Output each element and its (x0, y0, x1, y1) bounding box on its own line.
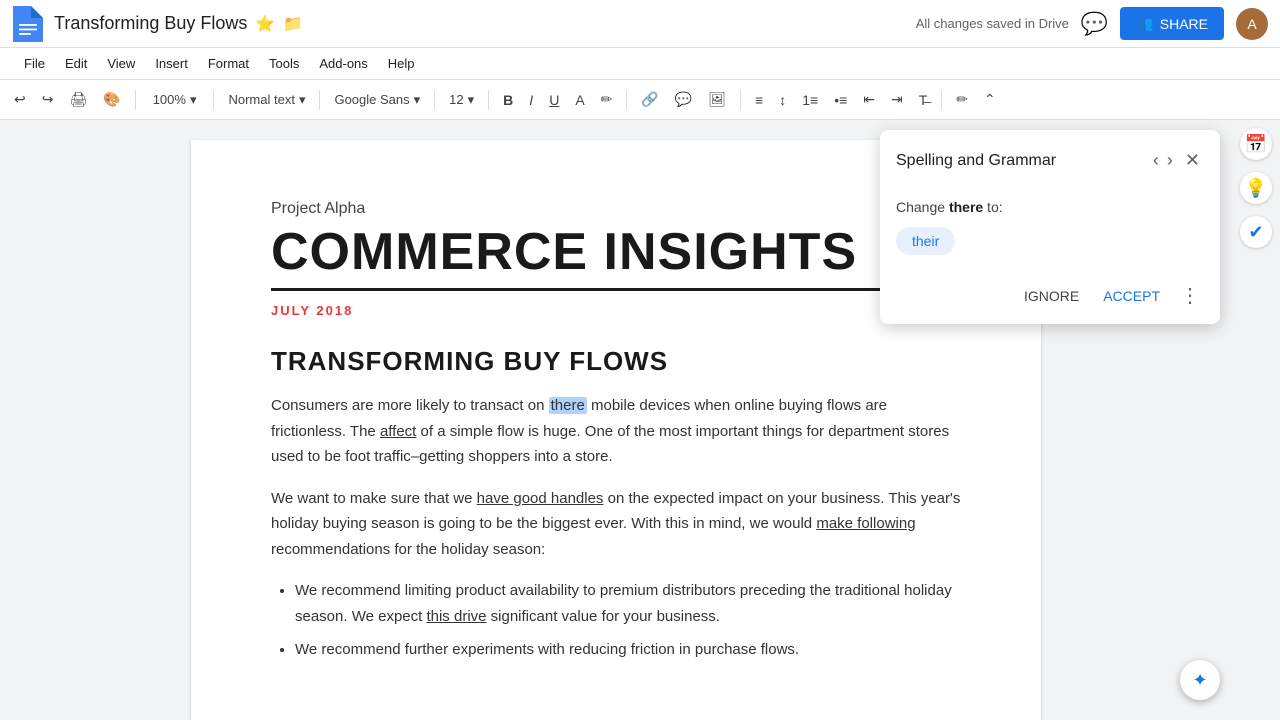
font-selector[interactable]: Google Sans ▾ (328, 88, 426, 112)
avatar[interactable]: A (1236, 8, 1268, 40)
bullet-list: We recommend limiting product availabili… (295, 578, 961, 663)
zoom-selector[interactable]: 100% ▾ (144, 87, 206, 113)
right-sidebar: 📅 💡 ✔ (1232, 120, 1280, 720)
clear-format-button[interactable]: T̶ (913, 88, 934, 112)
separator-2 (213, 90, 214, 110)
menu-format[interactable]: Format (200, 52, 257, 75)
menu-bar: File Edit View Insert Format Tools Add-o… (0, 48, 1280, 80)
doc-title[interactable]: Transforming Buy Flows (54, 13, 247, 34)
folder-icon[interactable]: 📁 (283, 14, 303, 34)
separator-3 (319, 90, 320, 110)
separator-8 (941, 90, 942, 110)
highlight-button[interactable]: ✏ (595, 87, 619, 112)
project-label: Project Alpha (271, 200, 961, 218)
spelling-prev-button[interactable]: ‹ (1149, 146, 1163, 175)
para1-before: Consumers are more likely to transact on (271, 397, 549, 414)
menu-edit[interactable]: Edit (57, 52, 95, 75)
menu-help[interactable]: Help (380, 52, 423, 75)
menu-addons[interactable]: Add-ons (311, 52, 375, 75)
this-drive-link: this drive (426, 608, 486, 625)
save-status: All changes saved in Drive (916, 16, 1069, 31)
title-bar: Transforming Buy Flows ⭐ 📁 All changes s… (0, 0, 1280, 48)
paragraph-2: We want to make sure that we have good h… (271, 486, 961, 563)
menu-insert[interactable]: Insert (147, 52, 196, 75)
underline-button[interactable]: U (543, 88, 565, 112)
have-good-handles: have good handles (477, 490, 604, 507)
comment-icon[interactable]: 💬 (1081, 11, 1108, 37)
doc-title-area: Transforming Buy Flows ⭐ 📁 (54, 13, 916, 34)
chevron-down-icon: ▾ (299, 92, 306, 108)
align-button[interactable]: ≡ (749, 88, 769, 112)
para2-end: recommendations for the holiday season: (271, 541, 545, 558)
indent-decrease-button[interactable]: ⇤ (857, 87, 881, 112)
make-following: make following (816, 515, 915, 532)
section-title: TRANSFORMING BUY FLOWS (271, 346, 961, 377)
image-button[interactable]: 🖼 (702, 87, 732, 112)
undo-button[interactable]: ↩ (8, 87, 32, 112)
star-icon[interactable]: ⭐ (255, 14, 275, 34)
accept-button[interactable]: ACCEPT (1095, 282, 1168, 310)
line-spacing-button[interactable]: ↕ (773, 88, 792, 112)
people-icon: 👥 (1136, 15, 1153, 32)
font-size-selector[interactable]: 12 ▾ (443, 88, 480, 112)
list-number-button[interactable]: 1≡ (796, 88, 824, 112)
bullet-item-2: We recommend further experiments with re… (295, 637, 961, 663)
expand-button[interactable]: ⌃ (978, 87, 1002, 112)
spelling-body: Change there to: their (880, 187, 1220, 271)
editing-mode-button[interactable]: ✏ (950, 87, 974, 112)
print-button[interactable]: 🖨 (63, 87, 93, 112)
tasks-icon[interactable]: 💡 (1240, 172, 1272, 204)
redo-button[interactable]: ↪ (36, 87, 60, 112)
spelling-next-button[interactable]: › (1163, 146, 1177, 175)
menu-view[interactable]: View (99, 52, 143, 75)
spelling-header: Spelling and Grammar ‹ › ✕ (880, 130, 1220, 187)
main-area: Project Alpha COMMERCE INSIGHTS JULY 201… (0, 120, 1280, 720)
paragraph-1: Consumers are more likely to transact on… (271, 393, 961, 470)
link-button[interactable]: 🔗 (635, 87, 664, 112)
header-right: 💬 👥 SHARE A (1081, 7, 1268, 40)
italic-button[interactable]: I (523, 88, 539, 112)
menu-file[interactable]: File (16, 52, 53, 75)
share-button[interactable]: 👥 SHARE (1120, 7, 1224, 40)
suggestions-container: their (896, 227, 1204, 255)
paint-format-button[interactable]: 🎨 (97, 87, 126, 112)
change-description: Change there to: (896, 199, 1204, 215)
chevron-down-icon: ▾ (414, 92, 421, 108)
doc-main-title: COMMERCE INSIGHTS (271, 222, 961, 291)
spelling-grammar-panel: Spelling and Grammar ‹ › ✕ Change there … (880, 130, 1220, 324)
chevron-down-icon: ▾ (468, 92, 475, 108)
bullet-item-1: We recommend limiting product availabili… (295, 578, 961, 629)
list-bullet-button[interactable]: •≡ (828, 88, 853, 112)
calendar-icon[interactable]: 📅 (1240, 128, 1272, 160)
suggestion-chip-their[interactable]: their (896, 227, 955, 255)
checked-icon[interactable]: ✔ (1240, 216, 1272, 248)
change-word: there (949, 199, 983, 215)
para2-before: We want to make sure that we (271, 490, 477, 507)
text-color-button[interactable]: A (569, 88, 590, 112)
spelling-actions: IGNORE ACCEPT ⋮ (880, 271, 1220, 324)
separator-4 (434, 90, 435, 110)
bold-button[interactable]: B (497, 88, 519, 112)
indent-increase-button[interactable]: ⇥ (885, 87, 909, 112)
separator-6 (626, 90, 627, 110)
spelling-close-button[interactable]: ✕ (1181, 146, 1204, 175)
separator-1 (135, 90, 136, 110)
doc-date: JULY 2018 (271, 303, 961, 318)
spelling-title: Spelling and Grammar (896, 152, 1149, 170)
toolbar: ↩ ↪ 🖨 🎨 100% ▾ Normal text ▾ Google Sans… (0, 80, 1280, 120)
ignore-button[interactable]: IGNORE (1016, 282, 1087, 310)
menu-tools[interactable]: Tools (261, 52, 307, 75)
separator-7 (740, 90, 741, 110)
chevron-down-icon: ▾ (190, 92, 197, 108)
docs-icon (12, 6, 44, 42)
separator-5 (488, 90, 489, 110)
affect-word: affect (380, 423, 416, 440)
style-selector[interactable]: Normal text ▾ (222, 88, 311, 112)
explore-button[interactable]: ✦ (1180, 660, 1220, 700)
more-options-button[interactable]: ⋮ (1176, 279, 1204, 312)
comment-inline-button[interactable]: 💬 (669, 87, 698, 112)
highlighted-word: there (549, 397, 587, 414)
